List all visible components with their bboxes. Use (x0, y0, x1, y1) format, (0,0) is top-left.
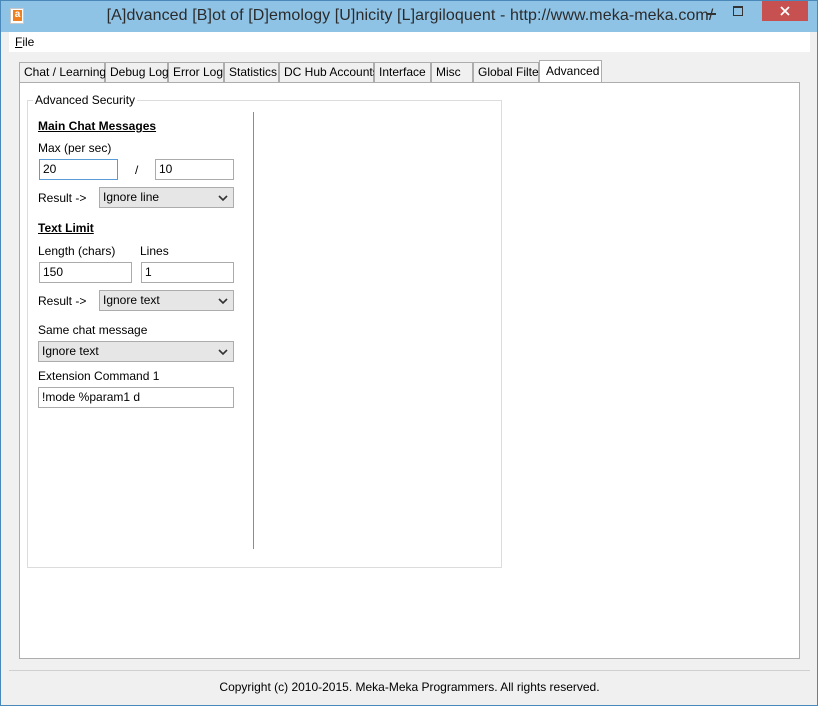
same-chat-label: Same chat message (38, 323, 148, 337)
lines-input[interactable]: 1 (141, 262, 234, 283)
title-bar[interactable]: a [A]dvanced [B]ot of [D]emology [U]nici… (1, 1, 817, 32)
tab-debug-log[interactable]: Debug Log (105, 62, 169, 82)
advanced-security-group: Advanced Security Main Chat Messages Max… (27, 93, 502, 568)
close-button[interactable] (762, 1, 808, 21)
chevron-down-icon (218, 349, 228, 356)
maximize-button[interactable] (725, 1, 751, 21)
tab-misc[interactable]: Misc (431, 62, 473, 82)
per-separator: / (135, 163, 139, 177)
same-chat-value: Ignore text (42, 344, 99, 358)
max-per-sec-label: Max (per sec) (38, 141, 112, 155)
group-title: Advanced Security (33, 93, 138, 107)
app-window: a [A]dvanced [B]ot of [D]emology [U]nici… (0, 0, 818, 706)
window-title: [A]dvanced [B]ot of [D]emology [U]nicity… (106, 7, 714, 24)
text-limit-result-select[interactable]: Ignore text (99, 290, 234, 311)
chevron-down-icon (218, 195, 228, 202)
minimize-button[interactable] (698, 1, 724, 21)
tab-error-log[interactable]: Error Log (168, 62, 224, 82)
text-limit-header: Text Limit (38, 221, 94, 235)
max-messages-input[interactable]: 20 (39, 159, 118, 180)
status-bar: Copyright (c) 2010-2015. Meka-Meka Progr… (9, 670, 810, 701)
main-chat-header: Main Chat Messages (38, 119, 157, 133)
main-chat-result-value: Ignore line (103, 190, 160, 204)
menu-bar: File (9, 32, 810, 52)
extension-command-label: Extension Command 1 (38, 369, 160, 383)
close-icon (780, 6, 790, 16)
tab-interface[interactable]: Interface (374, 62, 431, 82)
tab-dc-hub-accounts[interactable]: DC Hub Accounts (279, 62, 379, 82)
main-chat-result-select[interactable]: Ignore line (99, 187, 234, 208)
vertical-divider (253, 112, 254, 549)
main-chat-result-label: Result -> (38, 191, 87, 205)
tab-statistics[interactable]: Statistics (224, 62, 279, 82)
per-seconds-input[interactable]: 10 (155, 159, 234, 180)
same-chat-select[interactable]: Ignore text (38, 341, 234, 362)
text-limit-result-value: Ignore text (103, 293, 160, 307)
menu-file[interactable]: File (15, 35, 34, 49)
extension-command-input[interactable]: !mode %param1 d (38, 387, 234, 408)
chevron-down-icon (218, 298, 228, 305)
length-chars-label: Length (chars) (38, 244, 116, 258)
copyright-text: Copyright (c) 2010-2015. Meka-Meka Progr… (219, 680, 600, 694)
advanced-tab-panel: Advanced Security Main Chat Messages Max… (19, 82, 800, 659)
tab-advanced[interactable]: Advanced (539, 60, 602, 82)
text-limit-result-label: Result -> (38, 294, 87, 308)
tab-chat-learning[interactable]: Chat / Learning (19, 62, 106, 82)
length-chars-input[interactable]: 150 (39, 262, 132, 283)
lines-label: Lines (140, 244, 169, 258)
tab-global-filter[interactable]: Global Filter (473, 62, 543, 82)
